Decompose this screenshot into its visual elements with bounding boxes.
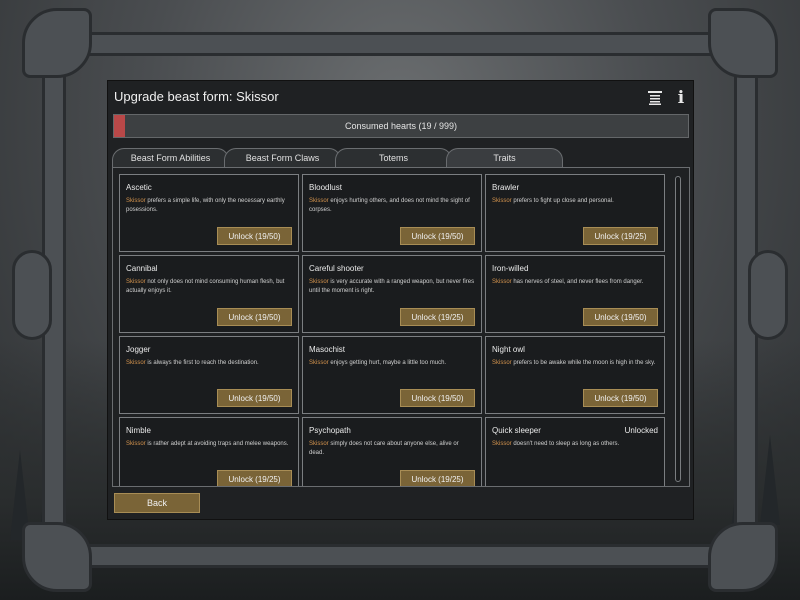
pawn-name: Skissor	[309, 279, 329, 285]
trait-card: Brawler Skissor prefers to fight up close…	[485, 174, 665, 252]
trait-card: Masochist Skissor enjoys getting hurt, ma…	[302, 336, 482, 414]
unlock-button[interactable]: Unlock (19/50)	[217, 227, 292, 245]
trait-description: Skissor not only does not mind consuming…	[126, 278, 292, 296]
pawn-name: Skissor	[309, 441, 329, 447]
trait-card: Psychopath Skissor simply does not care a…	[302, 417, 482, 486]
pawn-name: Skissor	[126, 441, 146, 447]
unlock-button[interactable]: Unlock (19/50)	[400, 389, 475, 407]
trait-card: Nimble Skissor is rather adept at avoidin…	[119, 417, 299, 486]
frame-side-ornament	[12, 250, 52, 340]
unlock-button[interactable]: Unlock (19/25)	[217, 470, 292, 486]
trait-title: Quick sleeper	[492, 426, 541, 435]
info-icon[interactable]: i	[673, 88, 689, 108]
trait-description-text: prefers a simple life, with only the nec…	[126, 198, 285, 213]
tab-beast-form-claws[interactable]: Beast Form Claws	[224, 148, 341, 167]
trait-description: Skissor has nerves of steel, and never f…	[492, 278, 658, 287]
trait-description: Skissor is always the first to reach the…	[126, 359, 292, 368]
trait-title: Jogger	[126, 345, 151, 354]
unlock-button[interactable]: Unlock (19/50)	[217, 389, 292, 407]
trait-description: Skissor prefers to fight up close and pe…	[492, 197, 658, 206]
trait-description: Skissor simply does not care about anyon…	[309, 440, 475, 458]
upgrade-dialog: Upgrade beast form: Skissor i Consumed h…	[107, 80, 694, 520]
trait-card: Jogger Skissor is always the first to rea…	[119, 336, 299, 414]
trait-description: Skissor enjoys hurting others, and does …	[309, 197, 475, 215]
trait-description-text: prefers to be awake while the moon is hi…	[511, 360, 656, 366]
trait-title: Nimble	[126, 426, 151, 435]
pawn-name: Skissor	[492, 279, 512, 285]
trait-description-text: prefers to fight up close and personal.	[511, 198, 614, 204]
tab-beast-form-abilities[interactable]: Beast Form Abilities	[112, 148, 229, 167]
trait-card: Ascetic Skissor prefers a simple life, wi…	[119, 174, 299, 252]
trait-title: Night owl	[492, 345, 525, 354]
pawn-name: Skissor	[126, 198, 146, 204]
trait-title: Cannibal	[126, 264, 158, 273]
unlock-button[interactable]: Unlock (19/25)	[400, 470, 475, 486]
trait-description-text: enjoys getting hurt, maybe a little too …	[328, 360, 447, 366]
frame-corner-ornament	[22, 522, 92, 592]
trait-title: Iron-willed	[492, 264, 529, 273]
trait-description: Skissor prefers to be awake while the mo…	[492, 359, 658, 368]
trait-description-text: not only does not mind consuming human f…	[126, 279, 285, 294]
unlock-button[interactable]: Unlock (19/50)	[583, 308, 658, 326]
pawn-name: Skissor	[126, 360, 146, 366]
frame-corner-ornament	[22, 8, 92, 78]
unlocked-status: Unlocked	[624, 426, 658, 435]
trait-card: Careful shooter Skissor is very accurate …	[302, 255, 482, 333]
trait-title: Psychopath	[309, 426, 351, 435]
trait-title: Careful shooter	[309, 264, 364, 273]
pawn-name: Skissor	[309, 198, 329, 204]
tab-totems[interactable]: Totems	[335, 148, 452, 167]
unlock-button[interactable]: Unlock (19/50)	[400, 227, 475, 245]
trait-card: Iron-willed Skissor has nerves of steel, …	[485, 255, 665, 333]
trait-description: Skissor enjoys getting hurt, maybe a lit…	[309, 359, 475, 368]
trait-card: Bloodlust Skissor enjoys hurting others, …	[302, 174, 482, 252]
trait-description-text: enjoys hurting others, and does not mind…	[309, 198, 470, 213]
trait-description-text: has nerves of steel, and never flees fro…	[511, 279, 644, 285]
list-icon[interactable]	[647, 89, 663, 107]
trait-title: Bloodlust	[309, 183, 342, 192]
trait-description-text: is rather adept at avoiding traps and me…	[145, 441, 289, 447]
trait-description-text: is very accurate with a ranged weapon, b…	[309, 279, 475, 294]
frame-corner-ornament	[708, 8, 778, 78]
unlock-button[interactable]: Unlock (19/25)	[400, 308, 475, 326]
tab-traits[interactable]: Traits	[446, 148, 563, 167]
dialog-title: Upgrade beast form: Skissor	[114, 89, 279, 104]
trait-title: Brawler	[492, 183, 520, 192]
unlock-button[interactable]: Unlock (19/50)	[217, 308, 292, 326]
trait-description: Skissor doesn't need to sleep as long as…	[492, 440, 658, 449]
trait-description: Skissor is very accurate with a ranged w…	[309, 278, 475, 296]
frame-corner-ornament	[708, 522, 778, 592]
trait-card: Night owl Skissor prefers to be awake whi…	[485, 336, 665, 414]
frame-side-ornament	[748, 250, 788, 340]
pawn-name: Skissor	[492, 198, 512, 204]
trait-card: Cannibal Skissor not only does not mind c…	[119, 255, 299, 333]
unlock-button[interactable]: Unlock (19/50)	[583, 389, 658, 407]
pawn-name: Skissor	[492, 360, 512, 366]
back-button[interactable]: Back	[114, 493, 200, 513]
trait-description: Skissor prefers a simple life, with only…	[126, 197, 292, 215]
pawn-name: Skissor	[126, 279, 146, 285]
trait-description: Skissor is rather adept at avoiding trap…	[126, 440, 292, 449]
pawn-name: Skissor	[492, 441, 512, 447]
vertical-scrollbar[interactable]	[675, 176, 681, 482]
trait-description-text: doesn't need to sleep as long as others.	[511, 441, 620, 447]
traits-panel: Ascetic Skissor prefers a simple life, wi…	[112, 167, 690, 487]
trait-title: Masochist	[309, 345, 346, 354]
trait-title: Ascetic	[126, 183, 152, 192]
unlock-button[interactable]: Unlock (19/25)	[583, 227, 658, 245]
pawn-name: Skissor	[309, 360, 329, 366]
trait-description-text: simply does not care about anyone else, …	[309, 441, 459, 456]
trait-description-text: is always the first to reach the destina…	[145, 360, 259, 366]
progress-label: Consumed hearts (19 / 999)	[344, 121, 458, 131]
trait-card: Quick sleeper Skissor doesn't need to sle…	[485, 417, 665, 486]
tree-silhouette	[760, 435, 780, 525]
hearts-progress-bar: Consumed hearts (19 / 999)	[113, 114, 689, 138]
